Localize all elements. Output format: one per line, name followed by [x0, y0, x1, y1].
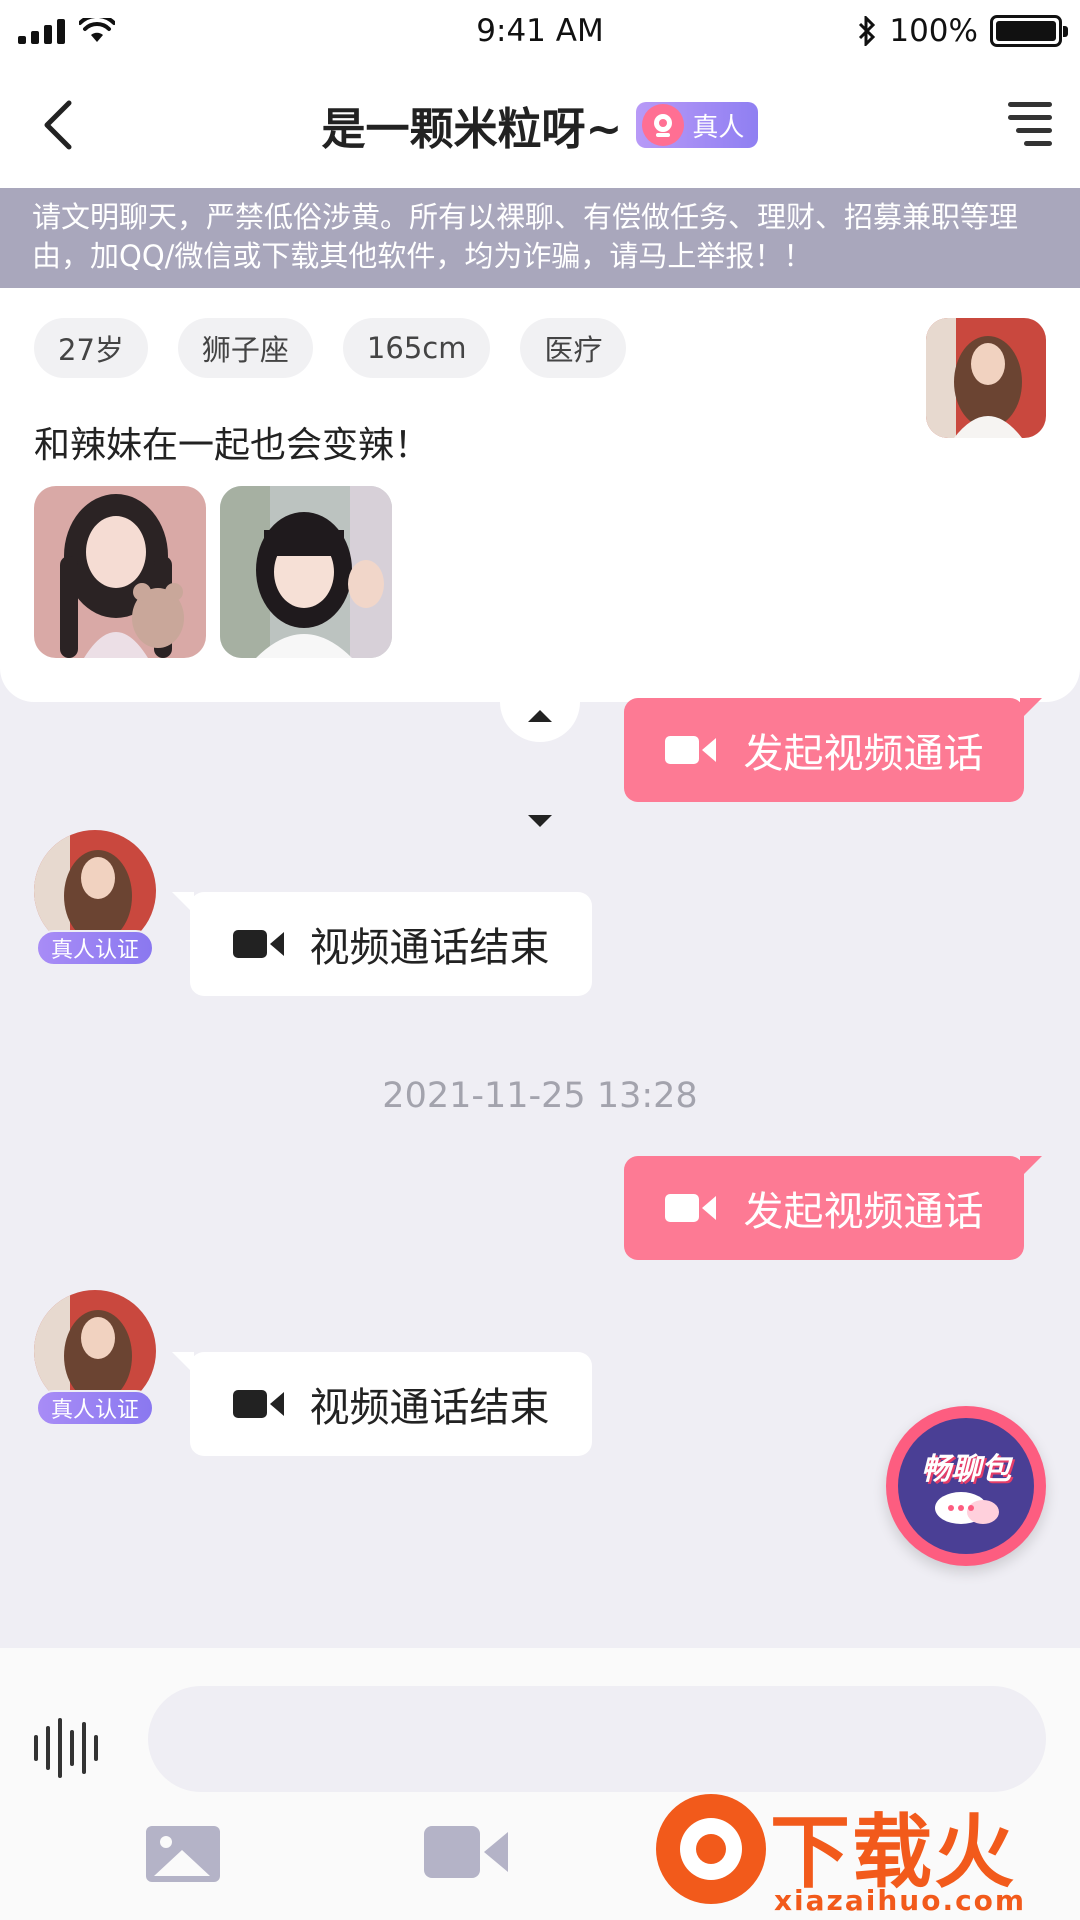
- image-picker-icon[interactable]: [146, 1826, 220, 1882]
- bluetooth-icon: [859, 16, 876, 46]
- message-text: 视频通话结束: [309, 925, 550, 971]
- watermark-url: xiazaihuo.com: [774, 1884, 1027, 1917]
- profile-bio: 和辣妹在一起也会变辣！: [34, 425, 431, 466]
- chat-bubble-icon: [935, 1492, 999, 1524]
- message-text: 发起视频通话: [743, 731, 984, 777]
- tag-height: 165cm: [342, 318, 491, 378]
- battery-icon: [990, 15, 1068, 47]
- profile-avatar[interactable]: [926, 318, 1046, 438]
- warning-banner: 请文明聊天，严禁低俗涉黄。所有以裸聊、有偿做任务、理财、招募兼职等理由，加QQ/…: [0, 188, 1080, 288]
- status-bar: 9:41 AM 100%: [0, 0, 1080, 62]
- chat-package-label: 畅聊包: [921, 1452, 1011, 1487]
- message-text: 视频通话结束: [309, 1385, 550, 1431]
- profile-photos: [34, 486, 392, 658]
- chevron-left-icon: [44, 100, 72, 150]
- video-camera-icon: [232, 1390, 284, 1418]
- expand-profile-button[interactable]: [528, 815, 552, 829]
- menu-button[interactable]: [996, 96, 1052, 152]
- video-camera-icon: [664, 1194, 716, 1222]
- wifi-icon: [79, 18, 115, 42]
- video-camera-icon: [232, 930, 284, 958]
- signal-icon: [18, 18, 65, 44]
- profile-card: 27岁 狮子座 165cm 医疗 和辣妹在一起也会变辣！: [0, 288, 1080, 702]
- chat-package-button[interactable]: 畅聊包: [886, 1406, 1046, 1566]
- collapse-profile-button[interactable]: [500, 690, 580, 742]
- profile-photo[interactable]: [220, 486, 392, 658]
- message-input[interactable]: [148, 1686, 1046, 1792]
- message-text: 发起视频通话: [743, 1189, 984, 1235]
- incoming-call-bubble[interactable]: 视频通话结束: [172, 892, 592, 996]
- tag-occupation: 医疗: [520, 318, 627, 378]
- caret-down-icon: [528, 815, 552, 827]
- profile-tags: 27岁 狮子座 165cm 医疗: [34, 318, 627, 378]
- caret-up-icon: [528, 710, 552, 722]
- real-person-badge: 真人认证: [36, 1390, 154, 1426]
- back-button[interactable]: [22, 90, 92, 160]
- outgoing-call-bubble[interactable]: 发起视频通话: [624, 1156, 1042, 1260]
- message-timestamp: 2021-11-25 13:28: [382, 1076, 698, 1116]
- incoming-call-bubble[interactable]: 视频通话结束: [172, 1352, 592, 1456]
- tag-zodiac: 狮子座: [177, 318, 313, 378]
- outgoing-call-bubble[interactable]: 发起视频通话: [624, 698, 1042, 802]
- page-title: 是一颗米粒呀~: [321, 104, 623, 155]
- verified-badge: 真人: [636, 102, 759, 148]
- nav-bar: 是一颗米粒呀~ 真人: [0, 62, 1080, 188]
- video-call-icon[interactable]: [424, 1826, 508, 1878]
- profile-photo[interactable]: [34, 486, 206, 658]
- real-person-badge: 真人认证: [36, 930, 154, 966]
- tag-age: 27岁: [34, 318, 148, 378]
- fire-logo-icon: [656, 1794, 766, 1904]
- voice-input-button[interactable]: [34, 1718, 98, 1778]
- video-camera-icon: [664, 736, 716, 764]
- camera-verified-icon: [642, 104, 685, 146]
- verified-label: 真人: [692, 112, 745, 143]
- battery-percent: 100%: [889, 13, 978, 49]
- watermark: 下载火 xiazaihuo.com: [640, 1780, 1080, 1920]
